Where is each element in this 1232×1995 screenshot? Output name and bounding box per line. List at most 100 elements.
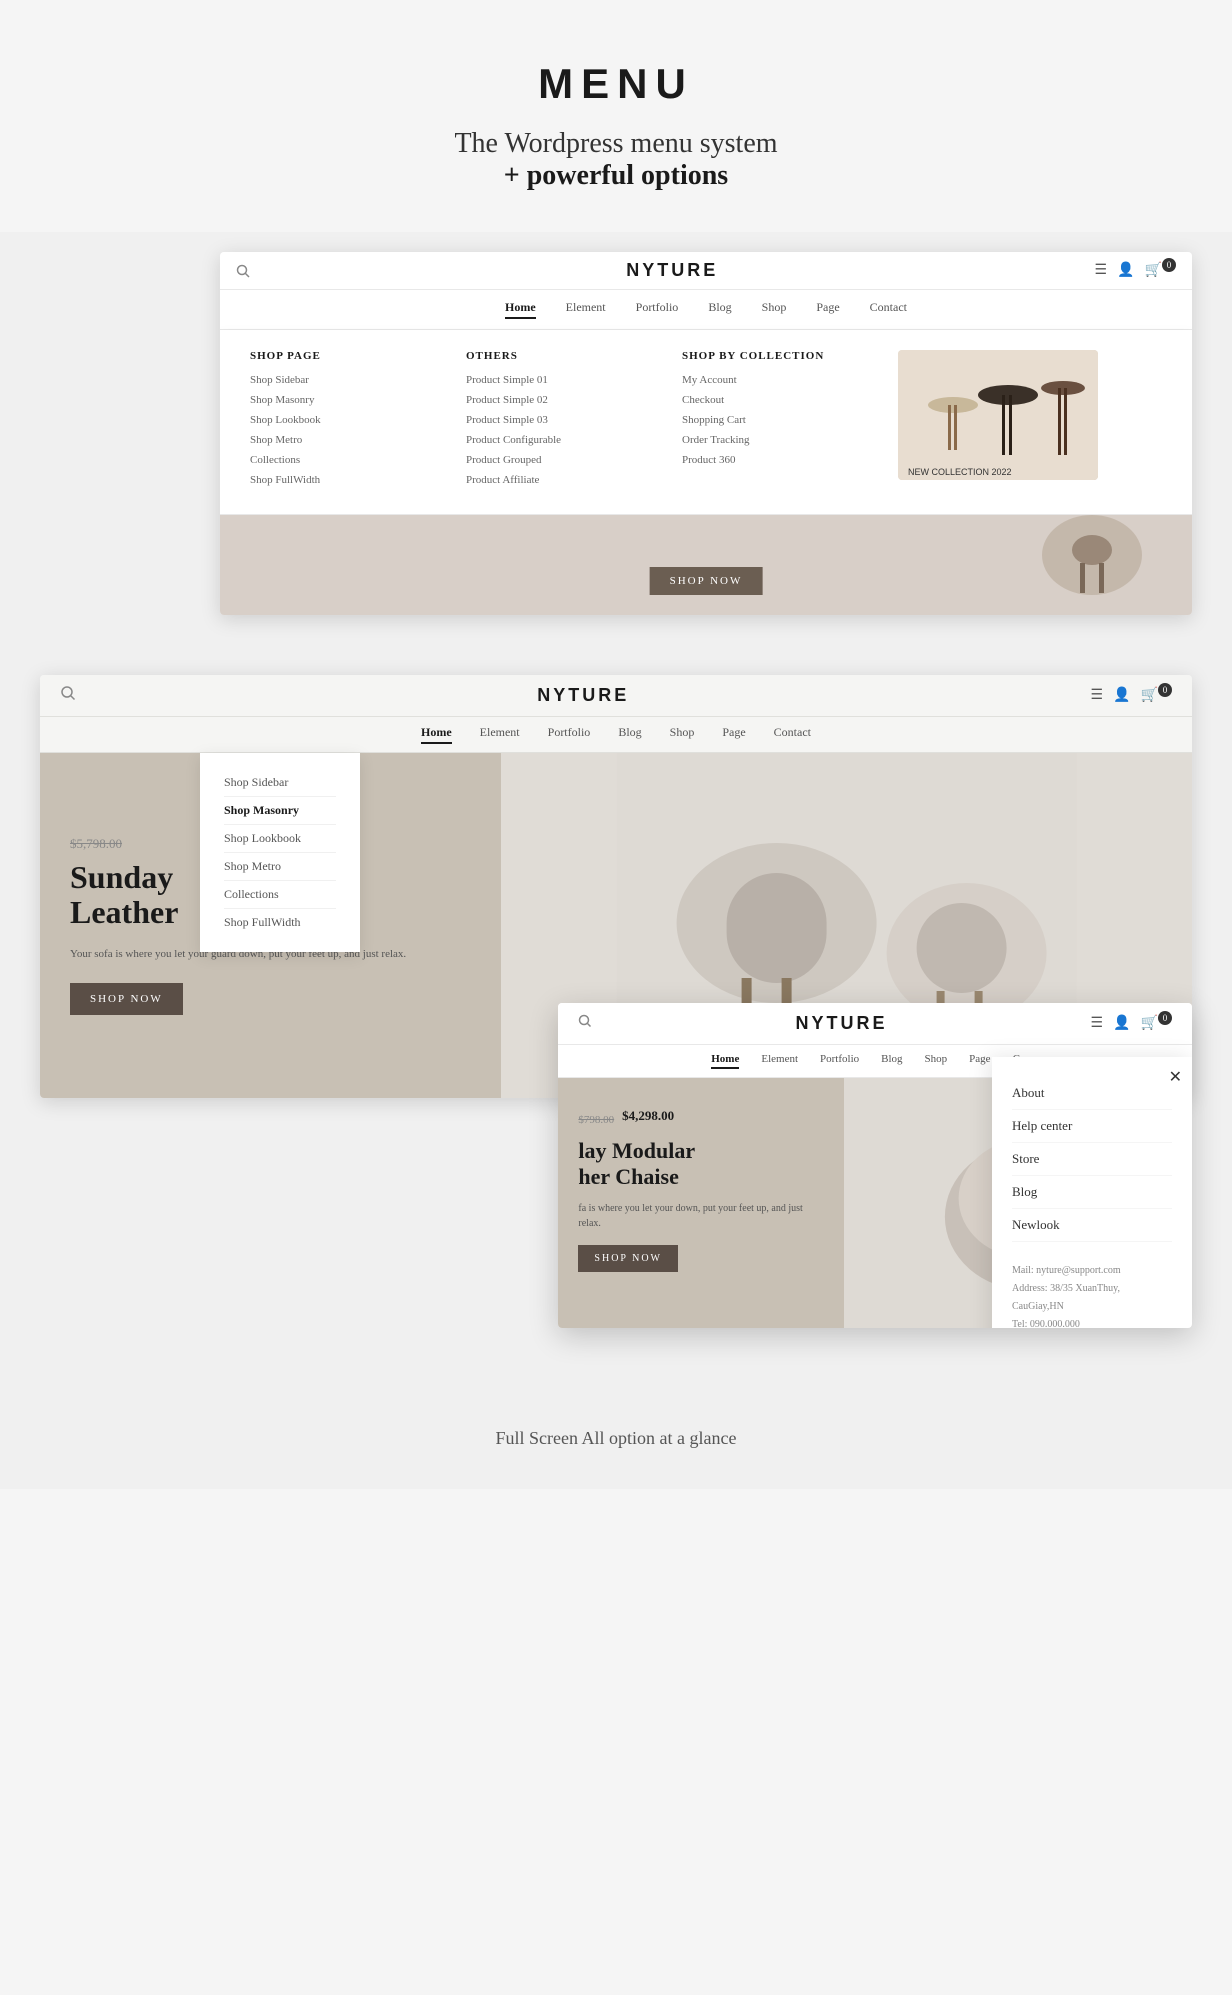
list-item[interactable]: Product Simple 03 [466,414,642,426]
nav-element[interactable]: Element [566,300,606,319]
header-icons-3: ☰ 👤 🛒0 [1091,1015,1172,1032]
collection-image: NEW COLLECTION 2022 [898,350,1098,480]
nav2-shop[interactable]: Shop [670,725,695,744]
browser-bar-2: NYTURE ☰ 👤 🛒0 [40,675,1192,717]
cart-icon[interactable]: 🛒0 [1145,262,1176,279]
search-icon-2[interactable] [60,685,76,706]
bottom-caption: Full Screen All option at a glance [0,1308,1232,1489]
dropdown-item-fullwidth[interactable]: Shop FullWidth [224,909,336,936]
list-item[interactable]: Product Simple 01 [466,374,642,386]
dropdown-item-collections[interactable]: Collections [224,881,336,909]
nav3-element[interactable]: Element [761,1053,798,1069]
sidebar-about[interactable]: About [1012,1077,1172,1110]
subtitle-regular: The Wordpress menu system [20,128,1212,160]
mega-col-image: NEW COLLECTION 2022 [898,350,1162,494]
sidebar-newlook[interactable]: Newlook [1012,1209,1172,1242]
content-area: Fully customizable built-in Mega Menu NY… [0,232,1232,1308]
user-icon-2[interactable]: 👤 [1113,687,1130,704]
nav-shop[interactable]: Shop [762,300,787,319]
dropdown-item-sidebar[interactable]: Shop Sidebar [224,769,336,797]
list-item[interactable]: Order Tracking [682,434,858,446]
cart-icon-2[interactable]: 🛒0 [1141,687,1172,704]
subtitle: The Wordpress menu system + powerful opt… [20,128,1212,192]
list-item[interactable]: Product Affiliate [466,474,642,486]
dropdown-menu-2: Shop Sidebar Shop Masonry Shop Lookbook … [200,753,360,952]
dropdown-item-masonry[interactable]: Shop Masonry [224,797,336,825]
mockup1-desktop: NYTURE ☰ 👤 🛒0 Home Element Portfolio Blo… [220,252,1192,615]
mockup3-sidebar: NYTURE ☰ 👤 🛒0 Home Element Portfolio Blo… [558,1003,1192,1328]
list-item[interactable]: Shop Masonry [250,394,426,406]
close-icon[interactable]: ✕ [1169,1067,1182,1087]
list-item[interactable]: Shop FullWidth [250,474,426,486]
browser-bar-1: NYTURE ☰ 👤 🛒0 [220,252,1192,290]
collection-list: My Account Checkout Shopping Cart Order … [682,374,858,466]
hero-area-1: SHOP NOW [220,515,1192,615]
shop-now-button-1[interactable]: SHOP NOW [650,567,763,595]
brand-logo-2: NYTURE [537,685,629,706]
browser-bar-3: NYTURE ☰ 👤 🛒0 [558,1003,1192,1045]
search-icon-3[interactable] [578,1014,592,1033]
price-old-3: $798.00 [578,1114,614,1126]
nav3-home[interactable]: Home [711,1053,739,1069]
nav-blog[interactable]: Blog [708,300,731,319]
brand-logo-1: NYTURE [626,260,718,281]
header-icons: ☰ 👤 🛒0 [1095,262,1176,279]
nav3-page[interactable]: Page [969,1053,990,1069]
list-item[interactable]: Shop Metro [250,434,426,446]
shop-now-button-3[interactable]: SHOP NOW [578,1245,678,1272]
nav-contact[interactable]: Contact [870,300,907,319]
mega-col-collection: SHOP BY COLLECTION My Account Checkout S… [682,350,858,494]
nav2-home[interactable]: Home [421,725,452,744]
sidebar-blog[interactable]: Blog [1012,1176,1172,1209]
mega-col-shop-page: SHOP PAGE Shop Sidebar Shop Masonry Shop… [250,350,426,494]
nav3-portfolio[interactable]: Portfolio [820,1053,859,1069]
shop-now-button-2[interactable]: SHOP NOW [70,983,183,1015]
sidebar-store[interactable]: Store [1012,1143,1172,1176]
list-item[interactable]: Collections [250,454,426,466]
list-item[interactable]: My Account [682,374,858,386]
nav3-shop[interactable]: Shop [925,1053,948,1069]
nav2-element[interactable]: Element [480,725,520,744]
list-item[interactable]: Product Configurable [466,434,642,446]
mockup2-wrapper: NYTURE ☰ 👤 🛒0 Home Element Portfolio Blo… [40,675,1192,1248]
nav-portfolio[interactable]: Portfolio [636,300,679,319]
shop-page-list: Shop Sidebar Shop Masonry Shop Lookbook … [250,374,426,486]
user-icon-3[interactable]: 👤 [1113,1015,1130,1032]
nav-home[interactable]: Home [505,300,536,319]
nav2-portfolio[interactable]: Portfolio [548,725,591,744]
sidebar-helpcenter[interactable]: Help center [1012,1110,1172,1143]
hero-3-left: $798.00 $4,298.00 lay Modular her Chaise… [558,1078,843,1328]
list-item[interactable]: Checkout [682,394,858,406]
mockup1-wrapper: Fully customizable built-in Mega Menu NY… [40,252,1192,615]
list-item[interactable]: Shop Lookbook [250,414,426,426]
nav-bar-1: Home Element Portfolio Blog Shop Page Co… [220,290,1192,330]
dropdown-item-metro[interactable]: Shop Metro [224,853,336,881]
cart-icon-3[interactable]: 🛒0 [1141,1015,1172,1032]
nav2-page[interactable]: Page [722,725,745,744]
contact-info: Mail: nyture@support.com Address: 38/35 … [1012,1262,1172,1328]
list-item[interactable]: Product Grouped [466,454,642,466]
hamburger-icon-2[interactable]: ☰ [1091,687,1104,704]
search-area[interactable] [236,264,250,278]
side-label: Fully customizable built-in Mega Menu [0,380,30,488]
nav3-blog[interactable]: Blog [881,1053,902,1069]
nav2-contact[interactable]: Contact [774,725,811,744]
list-item[interactable]: Shopping Cart [682,414,858,426]
search-icon [236,264,250,278]
price-new-3: $4,298.00 [622,1108,674,1124]
nav-page[interactable]: Page [816,300,839,319]
nav2-blog[interactable]: Blog [618,725,641,744]
hamburger-icon-3[interactable]: ☰ [1091,1015,1104,1032]
dropdown-item-lookbook[interactable]: Shop Lookbook [224,825,336,853]
user-icon[interactable]: 👤 [1117,262,1134,279]
hamburger-icon[interactable]: ☰ [1095,262,1108,279]
subtitle-bold: + powerful options [20,160,1212,192]
sidebar-menu: ✕ About Help center Store Blog Newlook M… [992,1057,1192,1328]
header-icons-2: ☰ 👤 🛒0 [1091,687,1172,704]
mega-col-others: OTHERS Product Simple 01 Product Simple … [466,350,642,494]
hero-desc-3: fa is where you let your down, put your … [578,1201,823,1231]
list-item[interactable]: Shop Sidebar [250,374,426,386]
list-item[interactable]: Product 360 [682,454,858,466]
mega-menu: SHOP PAGE Shop Sidebar Shop Masonry Shop… [220,330,1192,515]
list-item[interactable]: Product Simple 02 [466,394,642,406]
